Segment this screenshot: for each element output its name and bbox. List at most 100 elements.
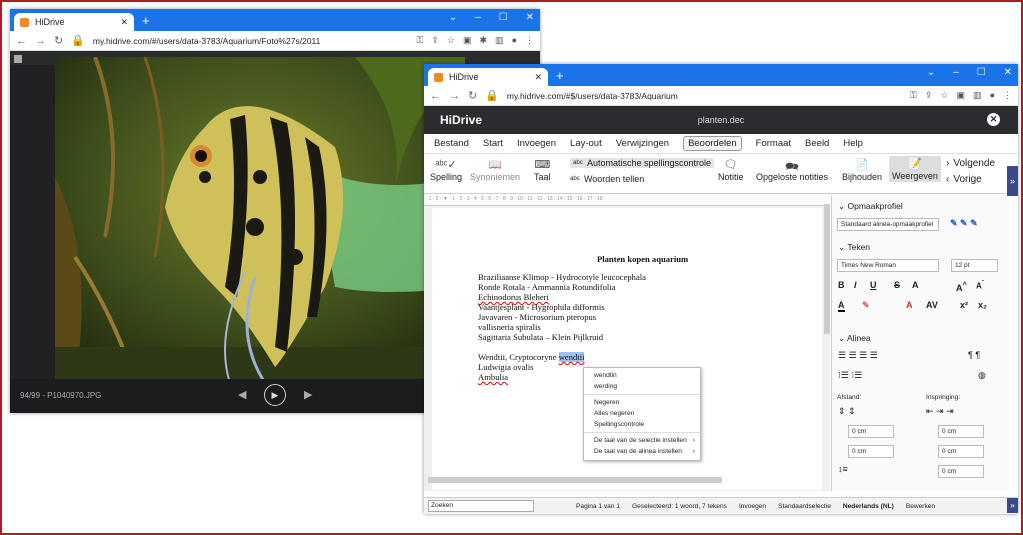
weergeven-button[interactable]: 📝 Weergeven <box>889 156 941 182</box>
italic-button[interactable]: I <box>854 280 857 290</box>
opmaakprofiel-header[interactable]: ⌄ Opmaakprofiel <box>838 201 903 212</box>
next-change-button[interactable]: › Volgende <box>946 158 995 169</box>
spacing-icons[interactable]: ⇕ ⇕ <box>838 406 856 417</box>
language-selector[interactable]: Nederlands (NL) <box>843 503 894 510</box>
menu-lay-out[interactable]: Lay-out <box>570 138 602 149</box>
spacing-button[interactable]: AV <box>926 300 938 310</box>
play-slideshow-button[interactable]: ▶ <box>264 384 286 406</box>
maximize-button[interactable]: ☐ <box>499 12 508 23</box>
line-spacing-icon[interactable]: ↕≡ <box>838 464 848 474</box>
key-icon[interactable]: ⚿ <box>910 90 917 101</box>
alinea-header[interactable]: ⌄ Alinea <box>838 333 871 344</box>
spacing-above-input[interactable]: 0 cm <box>848 425 894 438</box>
minimize-button[interactable]: – <box>953 67 959 78</box>
menu-verwijzingen[interactable]: Verwijzingen <box>616 138 669 149</box>
forward-arrow-icon[interactable]: → <box>35 35 46 47</box>
underline-button[interactable]: U <box>870 280 877 290</box>
paragraph-color-icon[interactable]: ◍ <box>978 370 986 381</box>
word-count-button[interactable]: ᵃᵇᶜ Woorden tellen <box>570 174 644 184</box>
list-buttons[interactable]: ⁝☰ ⁝☰ <box>838 370 862 381</box>
back-arrow-icon[interactable]: ← <box>16 35 27 47</box>
selected-word[interactable]: wendtii <box>558 352 585 362</box>
spacing-below-input[interactable]: 0 cm <box>848 445 894 458</box>
notitie-button[interactable]: 🗨 Notitie <box>718 158 744 182</box>
indent-first-line-input[interactable]: 0 cm <box>938 465 984 478</box>
browser-tab[interactable]: HiDrive ✕ <box>428 68 548 86</box>
track-changes-button[interactable]: 📄 Bijhouden <box>842 158 882 182</box>
close-editor-button[interactable]: ✕ <box>987 113 1000 126</box>
grow-font-button[interactable]: A^ <box>956 280 967 293</box>
url-field[interactable]: my.hidrive.com/#$/users/data-3783/Aquari… <box>507 91 902 101</box>
menu-help[interactable]: Help <box>843 138 863 149</box>
suggestion-item[interactable]: werding <box>584 381 700 392</box>
edit-mode[interactable]: Bewerken <box>906 503 935 510</box>
set-selection-language-item[interactable]: De taal van de selectie instellen <box>584 435 700 446</box>
menu-beoordelen[interactable]: Beoordelen <box>683 136 742 151</box>
vertical-scrollbar[interactable] <box>824 204 830 334</box>
font-color-button[interactable]: A <box>838 300 845 312</box>
new-tab-button[interactable]: + <box>142 13 150 28</box>
clear-format-button[interactable]: A <box>906 300 913 310</box>
extension-icon[interactable]: ▣ <box>463 35 472 46</box>
expand-statusbar-button[interactable]: » <box>1007 498 1018 513</box>
horizontal-scrollbar[interactable] <box>428 477 722 483</box>
insert-mode[interactable]: Invoegen <box>739 503 766 510</box>
shrink-font-button[interactable]: Aˇ <box>976 280 984 291</box>
save-icon[interactable] <box>14 55 22 63</box>
reload-icon[interactable]: ↻ <box>54 34 63 47</box>
menu-bestand[interactable]: Bestand <box>434 138 469 149</box>
minimize-button[interactable]: – <box>475 12 481 23</box>
collapse-sidebar-button[interactable]: » <box>1007 166 1018 196</box>
tab-close-icon[interactable]: ✕ <box>120 17 128 28</box>
highlight-button[interactable]: ✎ <box>862 300 870 311</box>
style-dropdown[interactable]: Standaard alinea-opmaakprofiel <box>837 218 939 231</box>
alignment-buttons[interactable]: ☰ ☰ ☰ ☰ <box>838 350 878 361</box>
menu-invoegen[interactable]: Invoegen <box>517 138 556 149</box>
tab-close-icon[interactable]: ✕ <box>534 72 542 83</box>
key-icon[interactable]: ⚿ <box>417 35 424 46</box>
menu-formaat[interactable]: Formaat <box>756 138 791 149</box>
maximize-button[interactable]: ☐ <box>977 67 986 78</box>
star-icon[interactable]: ☆ <box>940 90 948 101</box>
bold-button[interactable]: B <box>838 280 845 290</box>
close-window-button[interactable]: ✕ <box>1004 67 1012 78</box>
reload-icon[interactable]: ↻ <box>468 89 477 102</box>
ignore-all-item[interactable]: Alles negeren <box>584 408 700 419</box>
style-action-icons[interactable]: ✎ ✎ ✎ <box>950 218 978 229</box>
selection-mode[interactable]: Standaardselectie <box>778 503 831 510</box>
kebab-menu-icon[interactable]: ⋮ <box>525 35 534 46</box>
set-paragraph-language-item[interactable]: De taal van de alinea instellen <box>584 446 700 457</box>
forward-arrow-icon[interactable]: → <box>449 90 460 102</box>
indent-left-input[interactable]: 0 cm <box>938 425 984 438</box>
suggestion-item[interactable]: wendtin <box>584 370 700 381</box>
puzzle-icon[interactable]: ✱ <box>480 35 488 46</box>
paragraph-direction-icon[interactable]: ¶ ¶ <box>968 350 980 360</box>
browser-tab[interactable]: HiDrive ✕ <box>14 13 134 31</box>
subscript-button[interactable]: x₂ <box>978 300 987 310</box>
spellcheck-item[interactable]: Spellingscontrole <box>584 419 700 430</box>
menu-start[interactable]: Start <box>483 138 503 149</box>
profile-avatar[interactable]: ● <box>512 35 517 46</box>
kebab-menu-icon[interactable]: ⋮ <box>1003 90 1012 101</box>
font-family-dropdown[interactable]: Times New Roman <box>837 259 939 272</box>
extension-icon[interactable]: ▣ <box>957 90 966 101</box>
menu-beeld[interactable]: Beeld <box>805 138 829 149</box>
indent-right-input[interactable]: 0 cm <box>938 445 984 458</box>
star-icon[interactable]: ☆ <box>447 35 455 46</box>
superscript-button[interactable]: x² <box>960 300 968 310</box>
teken-header[interactable]: ⌄ Teken <box>838 242 870 253</box>
close-window-button[interactable]: ✕ <box>526 12 534 23</box>
back-arrow-icon[interactable]: ← <box>430 90 441 102</box>
profile-avatar[interactable]: ● <box>990 90 995 101</box>
next-image-button[interactable]: ▶ <box>304 388 312 401</box>
ruler[interactable]: · 1 · 2 · ▼ · 1 · 2 · 3 · 4 · 5 · 6 · 7 … <box>424 196 830 206</box>
lock-icon[interactable]: 🔒 <box>71 34 85 47</box>
synoniemen-button[interactable]: 📖 Synoniemen <box>470 158 520 182</box>
indent-icons[interactable]: ⇤ ⇥ ⇥ <box>926 406 954 417</box>
sidepanel-icon[interactable]: ▥ <box>495 35 504 46</box>
sidepanel-icon[interactable]: ▥ <box>973 90 982 101</box>
url-field[interactable]: my.hidrive.com/#/users/data-3783/Aquariu… <box>93 36 409 46</box>
new-tab-button[interactable]: + <box>556 68 564 83</box>
previous-image-button[interactable]: ◀ <box>238 388 246 401</box>
search-input[interactable]: Zoeken <box>428 500 534 512</box>
